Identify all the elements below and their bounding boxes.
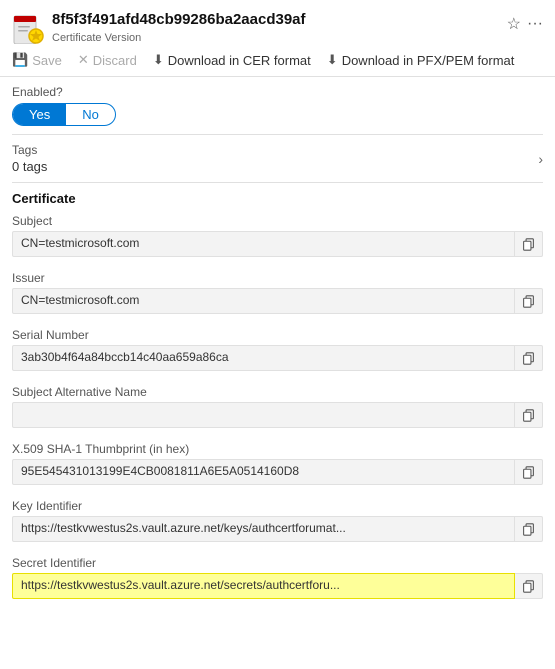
yes-toggle[interactable]: Yes xyxy=(13,104,66,125)
page-subtitle: Certificate Version xyxy=(52,32,499,44)
enabled-toggle-group: Yes No xyxy=(12,103,116,126)
discard-button[interactable]: ✕ Discard xyxy=(78,52,137,68)
field-input-row-0: CN=testmicrosoft.com xyxy=(12,231,543,257)
field-value-3 xyxy=(12,402,515,428)
field-label-3: Subject Alternative Name xyxy=(12,385,543,399)
certificate-icon xyxy=(12,12,44,44)
copy-button-4[interactable] xyxy=(515,459,543,485)
field-value-5: https://testkvwestus2s.vault.azure.net/k… xyxy=(12,516,515,542)
header-actions: ☆ ··· xyxy=(507,14,543,34)
field-input-row-4: 95E545431013199E4CB0081811A6E5A0514160D8 xyxy=(12,459,543,485)
field-group-0: Subject CN=testmicrosoft.com xyxy=(0,210,555,267)
field-input-row-1: CN=testmicrosoft.com xyxy=(12,288,543,314)
field-label-5: Key Identifier xyxy=(12,499,543,513)
more-icon[interactable]: ··· xyxy=(527,15,543,33)
field-group-5: Key Identifier https://testkvwestus2s.vau… xyxy=(0,495,555,552)
pin-icon[interactable]: ☆ xyxy=(507,14,521,34)
field-group-3: Subject Alternative Name xyxy=(0,381,555,438)
download-pfx-icon: ⬇ xyxy=(327,52,338,68)
tags-value: 0 tags xyxy=(12,159,47,174)
save-button[interactable]: 💾 Save xyxy=(12,52,62,68)
field-input-row-5: https://testkvwestus2s.vault.azure.net/k… xyxy=(12,516,543,542)
certificate-section-title: Certificate xyxy=(0,183,555,210)
field-label-6: Secret Identifier xyxy=(12,556,543,570)
field-value-4: 95E545431013199E4CB0081811A6E5A0514160D8 xyxy=(12,459,515,485)
toolbar: 💾 Save ✕ Discard ⬇ Download in CER forma… xyxy=(0,48,555,77)
tags-chevron-icon: › xyxy=(538,151,543,167)
copy-button-3[interactable] xyxy=(515,402,543,428)
field-group-1: Issuer CN=testmicrosoft.com xyxy=(0,267,555,324)
download-pfx-button[interactable]: ⬇ Download in PFX/PEM format xyxy=(327,52,515,68)
header: 8f5f3f491afd48cb99286ba2aacd39af Certifi… xyxy=(0,0,555,48)
enabled-section: Enabled? Yes No xyxy=(0,77,555,134)
field-label-4: X.509 SHA-1 Thumbprint (in hex) xyxy=(12,442,543,456)
field-group-6: Secret Identifier https://testkvwestus2s.… xyxy=(0,552,555,609)
download-cer-button[interactable]: ⬇ Download in CER format xyxy=(153,52,311,68)
field-label-0: Subject xyxy=(12,214,543,228)
save-icon: 💾 xyxy=(12,52,28,68)
discard-icon: ✕ xyxy=(78,52,89,68)
tags-label: Tags xyxy=(12,143,47,157)
field-value-0: CN=testmicrosoft.com xyxy=(12,231,515,257)
field-label-2: Serial Number xyxy=(12,328,543,342)
copy-button-1[interactable] xyxy=(515,288,543,314)
field-group-2: Serial Number 3ab30b4f64a84bccb14c40aa659… xyxy=(0,324,555,381)
download-cer-icon: ⬇ xyxy=(153,52,164,68)
tags-row[interactable]: Tags 0 tags › xyxy=(0,135,555,182)
field-group-4: X.509 SHA-1 Thumbprint (in hex) 95E545431… xyxy=(0,438,555,495)
no-toggle[interactable]: No xyxy=(66,104,115,125)
field-value-1: CN=testmicrosoft.com xyxy=(12,288,515,314)
field-input-row-2: 3ab30b4f64a84bccb14c40aa659a86ca xyxy=(12,345,543,371)
copy-button-6[interactable] xyxy=(515,573,543,599)
field-value-2: 3ab30b4f64a84bccb14c40aa659a86ca xyxy=(12,345,515,371)
page-title: 8f5f3f491afd48cb99286ba2aacd39af xyxy=(52,10,499,30)
field-value-6: https://testkvwestus2s.vault.azure.net/s… xyxy=(12,573,515,599)
copy-button-2[interactable] xyxy=(515,345,543,371)
certificate-fields: Subject CN=testmicrosoft.com Issuer CN=test… xyxy=(0,210,555,609)
copy-button-0[interactable] xyxy=(515,231,543,257)
field-input-row-3 xyxy=(12,402,543,428)
copy-button-5[interactable] xyxy=(515,516,543,542)
enabled-label: Enabled? xyxy=(12,85,543,99)
field-input-row-6: https://testkvwestus2s.vault.azure.net/s… xyxy=(12,573,543,599)
header-text-block: 8f5f3f491afd48cb99286ba2aacd39af Certifi… xyxy=(52,10,499,44)
field-label-1: Issuer xyxy=(12,271,543,285)
